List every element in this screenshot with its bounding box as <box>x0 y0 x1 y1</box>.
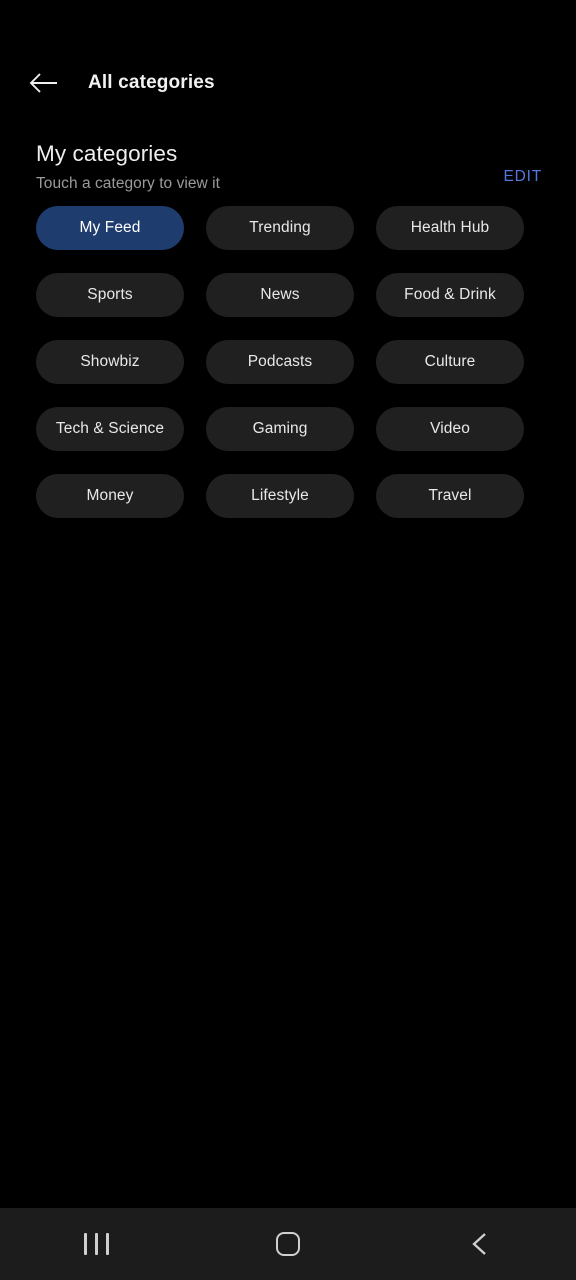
category-chip[interactable]: Lifestyle <box>206 474 354 518</box>
category-chip[interactable]: Podcasts <box>206 340 354 384</box>
section-header: My categories Touch a category to view i… <box>0 114 576 206</box>
category-chip[interactable]: My Feed <box>36 206 184 250</box>
category-chips-grid: My Feed Trending Health Hub Sports News Food … <box>0 206 576 518</box>
arrow-left-icon <box>29 71 59 95</box>
home-icon <box>276 1232 300 1256</box>
page-title: All categories <box>88 72 215 93</box>
app-bar: All categories <box>0 52 576 114</box>
section-subtitle: Touch a category to view it <box>36 175 220 192</box>
system-navigation-bar <box>0 1208 576 1280</box>
recents-icon <box>83 1233 109 1255</box>
back-button[interactable] <box>22 61 66 105</box>
category-chip[interactable]: Gaming <box>206 407 354 451</box>
category-chip[interactable]: Showbiz <box>36 340 184 384</box>
home-button[interactable] <box>192 1208 384 1280</box>
edit-button[interactable]: EDIT <box>497 164 548 190</box>
chevron-left-icon <box>468 1230 492 1258</box>
category-chip[interactable]: Health Hub <box>376 206 524 250</box>
category-chip[interactable]: News <box>206 273 354 317</box>
category-chip[interactable]: Travel <box>376 474 524 518</box>
section-title: My categories <box>36 141 178 166</box>
category-chip[interactable]: Sports <box>36 273 184 317</box>
category-chip[interactable]: Video <box>376 407 524 451</box>
category-chip[interactable]: Tech & Science <box>36 407 184 451</box>
status-bar <box>0 0 576 52</box>
category-chip[interactable]: Money <box>36 474 184 518</box>
category-chip[interactable]: Trending <box>206 206 354 250</box>
category-chip[interactable]: Food & Drink <box>376 273 524 317</box>
back-nav-button[interactable] <box>384 1208 576 1280</box>
recents-button[interactable] <box>0 1208 192 1280</box>
category-chip[interactable]: Culture <box>376 340 524 384</box>
